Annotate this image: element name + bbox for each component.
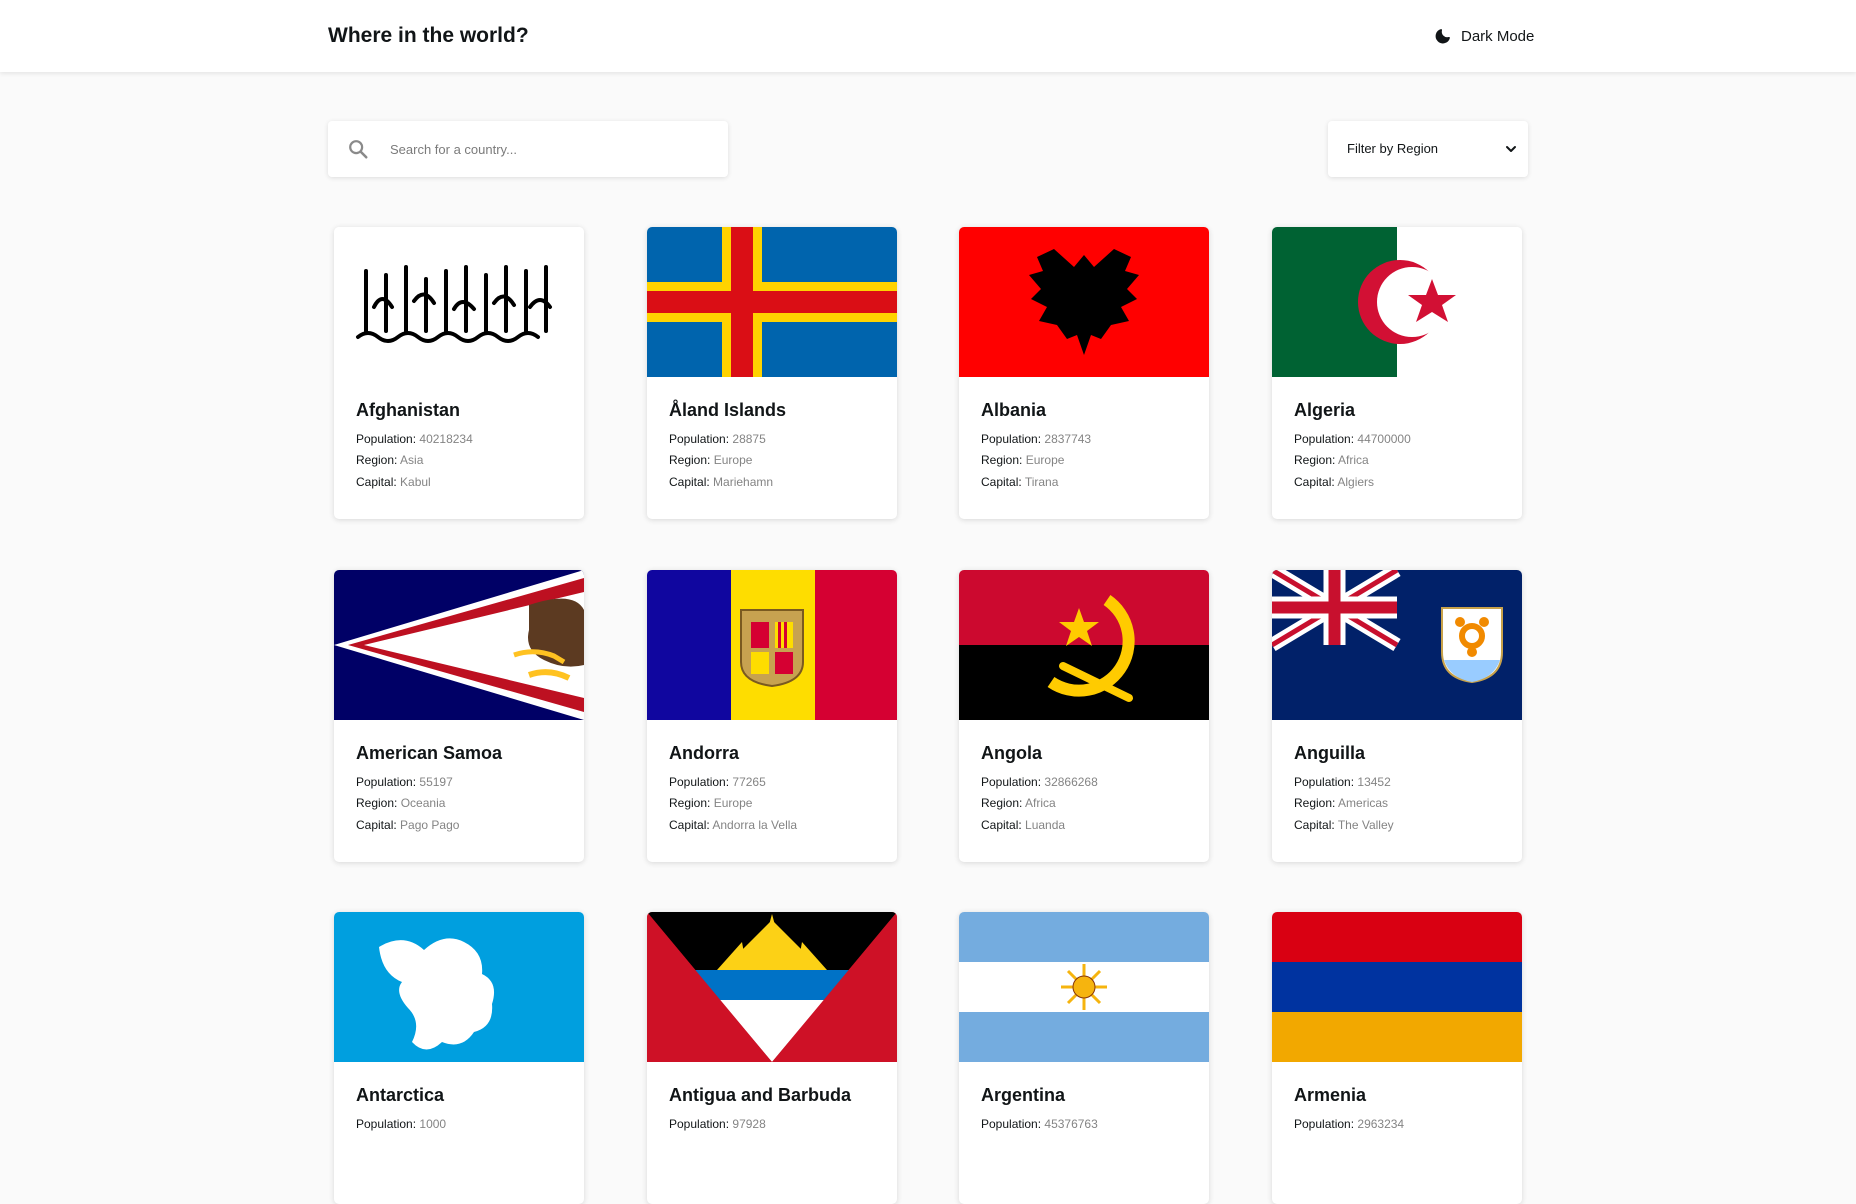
- country-region: Region: Africa: [981, 796, 1056, 810]
- country-region: Region: Africa: [1294, 453, 1369, 467]
- country-name: Andorra: [669, 743, 740, 763]
- country-card[interactable]: Algeria Population: 44700000 Region: Afr…: [1272, 227, 1522, 519]
- app-title: Where in the world?: [328, 24, 529, 47]
- region-filter-label: Filter by Region: [1347, 141, 1439, 156]
- country-card[interactable]: Albania Population: 2837743 Region: Euro…: [959, 227, 1209, 519]
- country-name: Albania: [981, 400, 1047, 420]
- country-card[interactable]: Armenia Population: 2963234: [1272, 912, 1522, 1204]
- country-flag: [334, 912, 584, 1062]
- albania-flag-image: [959, 227, 1209, 377]
- country-capital: Capital: Kabul: [356, 475, 431, 489]
- country-flag: [334, 570, 584, 720]
- country-flag: [1272, 912, 1522, 1062]
- country-capital: Capital: Luanda: [981, 818, 1066, 832]
- country-flag: [1272, 570, 1522, 720]
- country-capital: Capital: Algiers: [1294, 475, 1375, 489]
- country-population: Population: 2837743: [981, 432, 1092, 446]
- country-card[interactable]: American Samoa Population: 55197 Region:…: [334, 570, 584, 862]
- country-card[interactable]: Afghanistan Population: 40218234 Region:…: [334, 227, 584, 519]
- country-region: Region: Americas: [1294, 796, 1389, 810]
- country-name: Anguilla: [1294, 743, 1365, 763]
- country-name: American Samoa: [356, 743, 503, 763]
- region-filter-select[interactable]: Filter by Region: [1328, 121, 1528, 177]
- country-card[interactable]: Anguilla Population: 13452 Region: Ameri…: [1272, 570, 1522, 862]
- country-flag: [647, 227, 897, 377]
- country-card[interactable]: Angola Population: 32866268 Region: Afri…: [959, 570, 1209, 862]
- country-flag: [959, 570, 1209, 720]
- country-card[interactable]: Antarctica Population: 1000: [334, 912, 584, 1204]
- argentina-flag-image: [959, 912, 1209, 1062]
- country-region: Region: Europe: [669, 453, 753, 467]
- country-capital: Capital: The Valley: [1294, 818, 1394, 832]
- country-name: Antarctica: [356, 1085, 445, 1105]
- country-region: Region: Asia: [356, 453, 424, 467]
- country-capital: Capital: Tirana: [981, 475, 1059, 489]
- country-population: Population: 44700000: [1294, 432, 1411, 446]
- country-population: Population: 28875: [669, 432, 766, 446]
- country-name: Algeria: [1294, 400, 1356, 420]
- country-region: Region: Europe: [981, 453, 1065, 467]
- chevron-down-icon: [1506, 146, 1516, 152]
- country-capital: Capital: Andorra la Vella: [669, 818, 798, 832]
- country-population: Population: 1000: [356, 1117, 447, 1131]
- country-population: Population: 40218234: [356, 432, 473, 446]
- app-header: Where in the world? Dark Mode: [0, 0, 1856, 72]
- country-region: Region: Europe: [669, 796, 753, 810]
- country-name: Angola: [981, 743, 1042, 763]
- country-name: Åland Islands: [669, 400, 787, 420]
- country-population: Population: 2963234: [1294, 1117, 1405, 1131]
- country-population: Population: 13452: [1294, 775, 1391, 789]
- antarctica-flag-image: [334, 912, 584, 1062]
- country-population: Population: 97928: [669, 1117, 766, 1131]
- country-population: Population: 32866268: [981, 775, 1098, 789]
- andorra-flag-image: [647, 570, 897, 720]
- antigua-and-barbuda-flag-image: [647, 912, 897, 1062]
- country-flag: [647, 912, 897, 1062]
- country-name: Armenia: [1294, 1085, 1367, 1105]
- search-icon: [349, 140, 368, 159]
- algeria-flag-image: [1272, 227, 1522, 377]
- country-name: Argentina: [981, 1085, 1066, 1105]
- country-name: Afghanistan: [356, 400, 461, 420]
- country-region: Region: Oceania: [356, 796, 446, 810]
- country-population: Population: 55197: [356, 775, 453, 789]
- country-flag: [959, 227, 1209, 377]
- american-samoa-flag-image: [334, 570, 584, 720]
- anguilla-flag-image: [1272, 570, 1522, 720]
- country-name: Antigua and Barbuda: [669, 1085, 852, 1105]
- country-flag: [1272, 227, 1522, 377]
- country-card[interactable]: Antigua and Barbuda Population: 97928: [647, 912, 897, 1204]
- country-card[interactable]: Argentina Population: 45376763: [959, 912, 1209, 1204]
- dark-mode-label: Dark Mode: [1461, 27, 1535, 45]
- dark-mode-toggle[interactable]: Dark Mode: [1434, 24, 1534, 48]
- aland-flag-image: [647, 227, 897, 377]
- search-box: [328, 121, 728, 177]
- country-card[interactable]: Andorra Population: 77265 Region: Europe…: [647, 570, 897, 862]
- country-population: Population: 45376763: [981, 1117, 1098, 1131]
- country-card[interactable]: Åland Islands Population: 28875 Region: …: [647, 227, 897, 519]
- country-capital: Capital: Mariehamn: [669, 475, 774, 489]
- country-flag: [334, 227, 584, 377]
- moon-icon: [1435, 29, 1450, 44]
- afghanistan-flag-image: [334, 227, 584, 377]
- country-capital: Capital: Pago Pago: [356, 818, 460, 832]
- country-population: Population: 77265: [669, 775, 766, 789]
- search-input[interactable]: [380, 121, 720, 177]
- angola-flag-image: [959, 570, 1209, 720]
- armenia-flag-image: [1272, 912, 1522, 1062]
- country-flag: [647, 570, 897, 720]
- country-flag: [959, 912, 1209, 1062]
